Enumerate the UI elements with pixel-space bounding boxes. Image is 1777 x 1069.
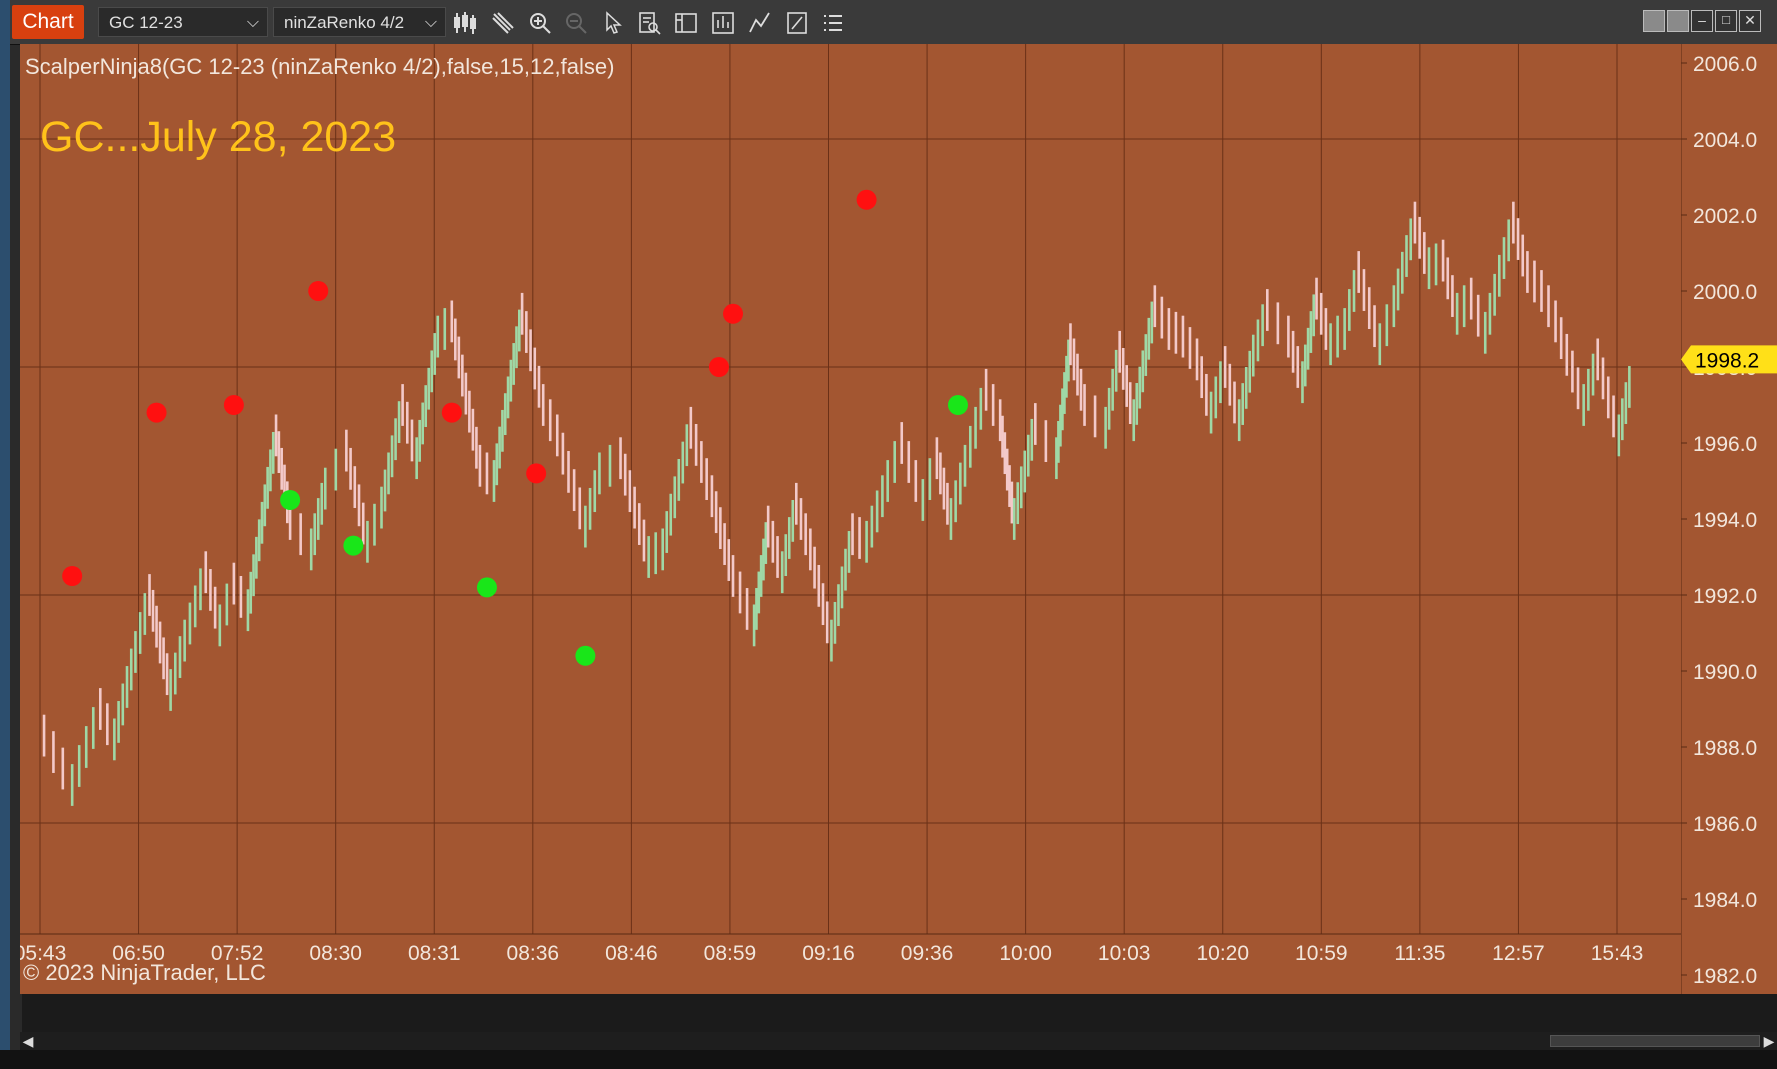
buy-signal-dot [343, 535, 364, 556]
sell-signal-dot [441, 402, 462, 423]
buy-signal-dot [575, 645, 596, 666]
sell-signal-dot [62, 566, 83, 586]
properties-icon[interactable] [784, 10, 810, 36]
copyright-text: © 2023 NinjaTrader, LLC [23, 960, 266, 985]
x-tick-label: 09:16 [802, 942, 855, 965]
sell-signal-dot [146, 402, 167, 423]
status-strip [0, 1050, 1777, 1069]
close-icon[interactable]: ✕ [1739, 10, 1761, 32]
x-tick-label: 09:36 [901, 942, 954, 965]
pointer-icon[interactable] [600, 10, 626, 36]
buy-signal-dot [280, 490, 301, 510]
bar-type-selector[interactable]: ninZaRenko 4/2 ⌵ [273, 7, 446, 37]
instrument-value: GC 12-23 [109, 13, 183, 32]
x-tick-label: 10:20 [1196, 942, 1249, 965]
chevron-down-icon: ⌵ [246, 14, 259, 31]
sell-signal-dot [856, 189, 877, 210]
buy-signal-dot [476, 577, 497, 598]
buy-signal-dot [947, 395, 968, 415]
x-tick-label: 08:46 [605, 942, 658, 965]
x-tick-label: 10:00 [999, 942, 1052, 965]
chart-tab[interactable]: Chart [12, 5, 84, 39]
indicator-label: ScalperNinja8(GC 12-23 (ninZaRenko 4/2),… [25, 54, 615, 79]
maximize-icon[interactable]: □ [1715, 10, 1737, 32]
x-tick-label: 08:30 [309, 942, 362, 965]
layout-alt-icon[interactable] [1667, 10, 1689, 32]
list-icon[interactable] [820, 10, 846, 36]
price-axis-svg: 2006.02004.02002.02000.01998.01996.01994… [1680, 44, 1777, 994]
zoom-in-icon[interactable] [527, 10, 553, 36]
chart-toolbar: Chart GC 12-23 ⌵ ninZaRenko 4/2 ⌵ – □ ✕ [10, 0, 1777, 45]
y-tick-label: 1992.0 [1693, 585, 1757, 608]
price-chart[interactable]: 05:4306:5007:5208:3008:3108:3608:4608:59… [20, 44, 1681, 994]
chart-grid: 05:4306:5007:5208:3008:3108:3608:4608:59… [20, 44, 1681, 965]
y-tick-label: 2002.0 [1693, 205, 1757, 228]
scroll-left-icon[interactable]: ◀ [20, 1032, 36, 1050]
sell-signal-dot [723, 303, 744, 324]
y-tick-label: 1984.0 [1693, 889, 1757, 912]
x-tick-label: 08:31 [408, 942, 461, 965]
y-tick-label: 1988.0 [1693, 737, 1757, 760]
y-tick-label: 1982.0 [1693, 965, 1757, 988]
signal-dots [62, 189, 968, 666]
y-tick-label: 2006.0 [1693, 53, 1757, 76]
y-tick-label: 1990.0 [1693, 661, 1757, 684]
bar-type-value: ninZaRenko 4/2 [284, 13, 405, 32]
x-tick-label: 10:03 [1098, 942, 1151, 965]
chevron-down-icon: ⌵ [424, 14, 437, 31]
minimize-icon[interactable]: – [1691, 10, 1713, 32]
sell-signal-dot [223, 395, 244, 415]
layout-icon[interactable] [1643, 10, 1665, 32]
zoom-out-icon[interactable] [563, 10, 589, 36]
chart-annotation: GC...July 28, 2023 [40, 113, 397, 161]
price-axis[interactable]: 2006.02004.02002.02000.01998.01996.01994… [1680, 44, 1777, 994]
sell-signal-dot [308, 281, 329, 301]
x-tick-label: 08:59 [704, 942, 757, 965]
y-tick-label: 1986.0 [1693, 813, 1757, 836]
sell-signal-dot [708, 357, 729, 377]
x-tick-label: 15:43 [1591, 942, 1644, 965]
last-price-tag: 1998.2 [1681, 345, 1777, 374]
strategies-icon[interactable] [747, 10, 773, 36]
x-tick-label: 10:59 [1295, 942, 1348, 965]
horizontal-scrollbar[interactable]: ◀ ▶ [20, 1032, 1777, 1050]
chart-plot-area[interactable]: 05:4306:5007:5208:3008:3108:3608:4608:59… [20, 44, 1681, 994]
draw-pencil-icon[interactable] [490, 10, 516, 36]
last-price-label: 1998.2 [1695, 349, 1759, 372]
y-tick-label: 1996.0 [1693, 433, 1757, 456]
scroll-thumb[interactable] [1550, 1035, 1760, 1047]
data-box-icon[interactable] [636, 10, 662, 36]
x-tick-label: 12:57 [1492, 942, 1545, 965]
sell-signal-dot [526, 463, 547, 484]
instrument-selector[interactable]: GC 12-23 ⌵ [98, 7, 268, 37]
y-tick-label: 1994.0 [1693, 509, 1757, 532]
bar-style-icon[interactable] [452, 10, 478, 36]
x-tick-label: 11:35 [1394, 942, 1445, 965]
scroll-right-icon[interactable]: ▶ [1761, 1032, 1777, 1050]
y-tick-label: 2004.0 [1693, 129, 1757, 152]
window-left-edge [0, 0, 10, 1069]
x-tick-label: 08:36 [507, 942, 560, 965]
y-tick-label: 2000.0 [1693, 281, 1757, 304]
chart-trader-icon[interactable] [673, 10, 699, 36]
indicators-icon[interactable] [710, 10, 736, 36]
